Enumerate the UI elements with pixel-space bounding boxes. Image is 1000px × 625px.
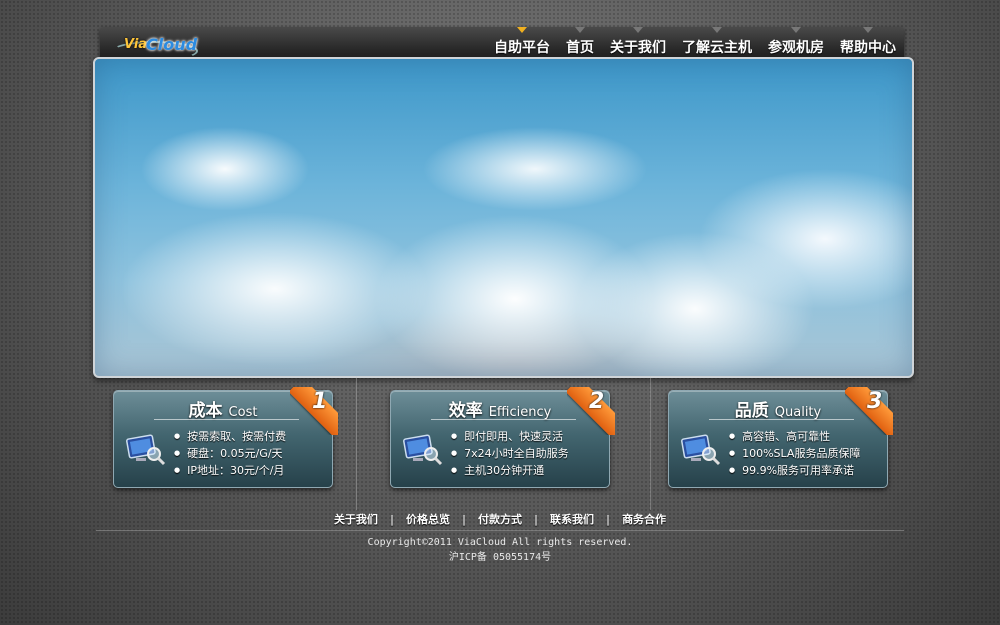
nav-indicator-icon bbox=[712, 27, 722, 33]
footer-link-about[interactable]: 关于我们 bbox=[322, 513, 390, 526]
footer-link-business[interactable]: 商务合作 bbox=[610, 513, 678, 526]
card-underline bbox=[431, 419, 576, 420]
card-title-cn: 成本 bbox=[188, 401, 223, 421]
logo-cloud-text: Cloud bbox=[146, 35, 198, 54]
list-item: 99.9%服务可用率承诺 bbox=[729, 462, 860, 479]
feature-list: 即付即用、快速灵活 7x24小时全自助服务 主机30分钟开通 bbox=[451, 428, 569, 479]
card-underline bbox=[709, 419, 854, 420]
nav-indicator-icon bbox=[517, 27, 527, 33]
card-title-en: Quality bbox=[774, 405, 822, 420]
number-ribbon: 1 bbox=[290, 387, 338, 435]
card-title-cn: 效率 bbox=[448, 401, 483, 421]
list-item: 高容错、高可靠性 bbox=[729, 428, 860, 445]
footer-divider bbox=[96, 530, 904, 531]
feature-list: 高容错、高可靠性 100%SLA服务品质保障 99.9%服务可用率承诺 bbox=[729, 428, 860, 479]
list-item: 100%SLA服务品质保障 bbox=[729, 445, 860, 462]
footer-link-contact[interactable]: 联系我们 bbox=[538, 513, 606, 526]
card-title-en: Efficiency bbox=[488, 405, 552, 420]
nav-indicator-icon bbox=[791, 27, 801, 33]
list-item: 7x24小时全自助服务 bbox=[451, 445, 569, 462]
nav-item-label: 参观机房 bbox=[768, 40, 824, 56]
number-ribbon: 2 bbox=[567, 387, 615, 435]
divider bbox=[356, 376, 357, 510]
footer-link-pricing[interactable]: 价格总览 bbox=[394, 513, 462, 526]
divider bbox=[650, 376, 651, 510]
list-item: 按需索取、按需付费 bbox=[174, 428, 286, 445]
card-title-en: Cost bbox=[228, 405, 258, 420]
nav-indicator-icon bbox=[863, 27, 873, 33]
footer-links: 关于我们 | 价格总览 | 付款方式 | 联系我们 | 商务合作 bbox=[0, 511, 1000, 527]
ribbon-number: 2 bbox=[589, 389, 605, 414]
monitor-search-icon bbox=[126, 434, 166, 466]
feature-card-efficiency[interactable]: 效率 Efficiency 2 即付即用、快速灵活 7x24小时全自助服务 主机3… bbox=[390, 387, 615, 488]
nav-indicator-icon bbox=[575, 27, 585, 33]
list-item: 硬盘：0.05元/G/天 bbox=[174, 445, 286, 462]
copyright-text: Copyright©2011 ViaCloud All rights reser… bbox=[367, 537, 633, 548]
hero-cloud-banner bbox=[93, 57, 914, 378]
list-item: 即付即用、快速灵活 bbox=[451, 428, 569, 445]
list-item: IP地址：30元/个/月 bbox=[174, 462, 286, 479]
nav-indicator-icon bbox=[633, 27, 643, 33]
monitor-search-icon bbox=[403, 434, 443, 466]
nav-item-label: 关于我们 bbox=[610, 40, 666, 56]
nav-item-label: 了解云主机 bbox=[682, 40, 752, 56]
footer-link-payment[interactable]: 付款方式 bbox=[466, 513, 534, 526]
ribbon-number: 1 bbox=[312, 389, 328, 414]
list-item: 主机30分钟开通 bbox=[451, 462, 569, 479]
copyright-block: Copyright©2011 ViaCloud All rights reser… bbox=[0, 535, 1000, 565]
monitor-search-icon bbox=[681, 434, 721, 466]
card-title-cn: 品质 bbox=[734, 401, 769, 421]
feature-list: 按需索取、按需付费 硬盘：0.05元/G/天 IP地址：30元/个/月 bbox=[174, 428, 286, 479]
nav-item-label: 自助平台 bbox=[494, 40, 550, 56]
nav-item-label: 首页 bbox=[566, 40, 594, 56]
logo-via-text: Via bbox=[124, 37, 148, 52]
icp-license-text: 沪ICP备 05055174号 bbox=[448, 552, 552, 563]
ribbon-number: 3 bbox=[867, 389, 883, 414]
feature-card-quality[interactable]: 品质 Quality 3 高容错、高可靠性 100%SLA服务品质保障 99.9%… bbox=[668, 387, 893, 488]
card-underline bbox=[154, 419, 299, 420]
nav-item-label: 帮助中心 bbox=[840, 40, 896, 56]
feature-card-cost[interactable]: 成本 Cost 1 按需索取、按需付费 硬盘：0.05元/G/天 IP地址：30元… bbox=[113, 387, 338, 488]
